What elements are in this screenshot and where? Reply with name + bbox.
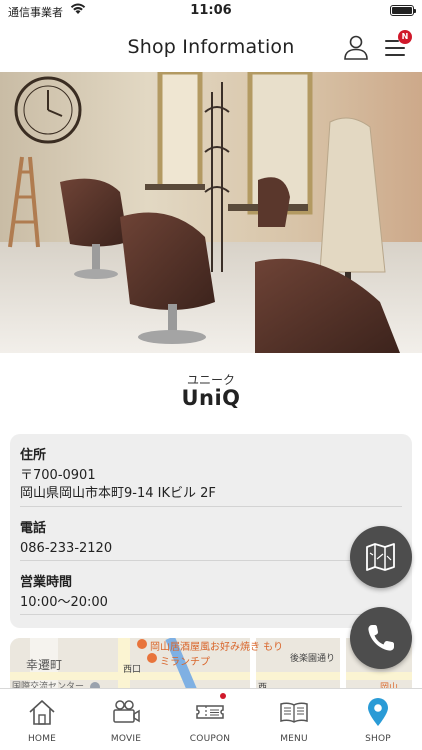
map-label: 西口 bbox=[123, 665, 142, 675]
address-section: 住所 〒700-0901 岡山県岡山市本町9-14 IKビル 2F bbox=[20, 444, 400, 503]
hours-section: 営業時間 10:00〜20:00 bbox=[20, 571, 400, 612]
tab-label: MOVIE bbox=[110, 734, 142, 744]
divider bbox=[20, 506, 402, 507]
map-label: 岡山居酒屋風お好み焼き もり bbox=[150, 642, 284, 653]
map-label: 幸遷町 bbox=[26, 658, 63, 672]
address-label: 住所 bbox=[20, 448, 47, 463]
phone-label: 電話 bbox=[20, 521, 47, 536]
home-icon bbox=[29, 700, 55, 725]
status-bar: 通信事業者 11:06 bbox=[0, 0, 422, 22]
bottom-tab-bar: HOME MOVIE COUPON MENU SHOP bbox=[0, 688, 422, 750]
tab-label: HOME bbox=[27, 734, 57, 744]
book-icon bbox=[280, 702, 308, 723]
movie-camera-icon bbox=[113, 700, 140, 723]
hours-value: 10:00〜20:00 bbox=[20, 595, 108, 610]
tab-coupon[interactable]: COUPON bbox=[168, 689, 252, 750]
divider bbox=[20, 614, 402, 615]
notification-badge: N bbox=[398, 30, 412, 44]
shop-name: UniQ bbox=[181, 386, 241, 410]
tab-label: SHOP bbox=[365, 734, 391, 744]
phone-icon bbox=[368, 625, 394, 651]
clock: 11:06 bbox=[190, 3, 232, 18]
tab-shop[interactable]: SHOP bbox=[336, 689, 420, 750]
map-pin-icon bbox=[368, 698, 388, 726]
phone-section: 電話 086-233-2120 bbox=[20, 517, 400, 558]
app-header: Shop Information N bbox=[0, 22, 422, 72]
tab-home[interactable]: HOME bbox=[0, 689, 84, 750]
divider bbox=[20, 560, 402, 561]
postal-code: 〒700-0901 bbox=[20, 468, 96, 483]
phone-value[interactable]: 086-233-2120 bbox=[20, 540, 400, 558]
tab-label: MENU bbox=[280, 734, 308, 744]
hours-label: 営業時間 bbox=[20, 575, 73, 590]
battery-icon bbox=[390, 5, 416, 16]
coupon-notification-dot bbox=[220, 693, 226, 699]
tab-movie[interactable]: MOVIE bbox=[84, 689, 168, 750]
tab-label: COUPON bbox=[189, 734, 231, 744]
call-button[interactable] bbox=[350, 607, 412, 669]
map-label: 後楽園通り bbox=[290, 654, 336, 664]
coupon-icon bbox=[196, 705, 224, 719]
user-icon[interactable] bbox=[342, 33, 370, 61]
address-value: 岡山県岡山市本町9-14 IKビル 2F bbox=[20, 486, 216, 501]
folded-map-icon bbox=[366, 543, 395, 571]
map-label: ミランチプ bbox=[160, 657, 210, 668]
open-map-button[interactable] bbox=[350, 526, 412, 588]
salon-photo bbox=[0, 72, 422, 353]
tab-menu[interactable]: MENU bbox=[252, 689, 336, 750]
